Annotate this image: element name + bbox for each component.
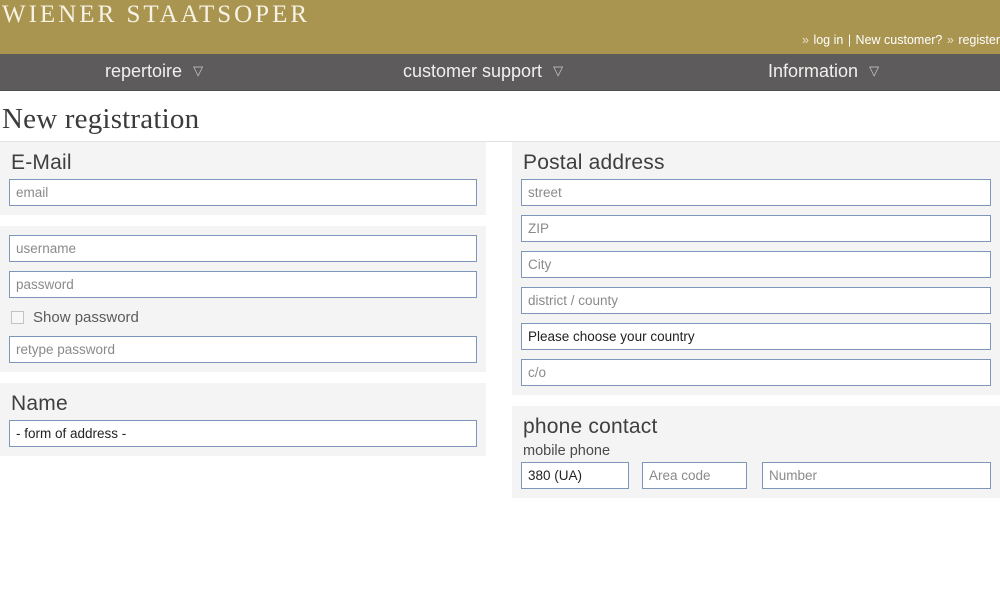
phone-number-input[interactable] [762, 462, 991, 489]
password-input[interactable] [9, 271, 477, 298]
name-section-heading: Name [11, 392, 68, 415]
nav-item-information[interactable]: Information ▽ [768, 61, 879, 82]
street-input[interactable] [521, 179, 991, 206]
retype-password-input[interactable] [9, 336, 477, 363]
link-separator: | [847, 33, 852, 47]
nav-item-customer-support[interactable]: customer support ▽ [403, 61, 563, 82]
site-header: WIENER STAATSOPER [0, 0, 1000, 36]
username-input[interactable] [9, 235, 477, 262]
chevron-down-icon: ▽ [193, 63, 204, 78]
site-logo[interactable]: WIENER STAATSOPER [2, 1, 310, 29]
phone-area-code-input[interactable] [642, 462, 747, 489]
email-input[interactable] [9, 179, 477, 206]
page-title: New registration [0, 91, 1000, 142]
new-customer-label: New customer? [855, 33, 943, 47]
chevron-down-icon: ▽ [553, 63, 564, 78]
header-utility-strip: » log in | New customer? » register [0, 33, 1000, 54]
nav-item-repertoire[interactable]: repertoire ▽ [105, 61, 203, 82]
phone-contact-section: phone contact mobile phone 380 (UA) [512, 406, 1000, 498]
form-right-column: Postal address Please choose your countr… [512, 142, 1000, 509]
credentials-section: Show password [0, 226, 486, 372]
city-input[interactable] [521, 251, 991, 278]
form-of-address-select[interactable]: - form of address - [9, 420, 477, 447]
form-left-column: E-Mail Show password Name - form of addr… [0, 142, 486, 467]
utility-links: » log in | New customer? » register [801, 33, 1000, 47]
show-password-checkbox[interactable] [11, 310, 24, 324]
phone-contact-heading: phone contact [523, 415, 658, 438]
main-navigation: repertoire ▽ customer support ▽ Informat… [0, 54, 1000, 91]
login-link[interactable]: log in [813, 33, 843, 47]
chevron-right-icon-2: » [946, 33, 954, 47]
name-section: Name - form of address - [0, 383, 486, 456]
registration-form: E-Mail Show password Name - form of addr… [0, 142, 1000, 593]
co-input[interactable] [521, 359, 991, 386]
email-section-heading: E-Mail [11, 151, 72, 174]
show-password-label: Show password [33, 308, 139, 326]
postal-address-heading: Postal address [523, 151, 665, 174]
chevron-down-icon: ▽ [869, 63, 880, 78]
country-select[interactable]: Please choose your country [521, 323, 991, 350]
phone-country-code-select[interactable]: 380 (UA) [521, 462, 629, 489]
zip-input[interactable] [521, 215, 991, 242]
nav-item-information-label: Information [768, 61, 859, 81]
show-password-row[interactable]: Show password [11, 307, 477, 327]
register-link[interactable]: register [958, 33, 1000, 47]
postal-address-section: Postal address Please choose your countr… [512, 142, 1000, 395]
nav-item-repertoire-label: repertoire [105, 61, 183, 81]
district-county-input[interactable] [521, 287, 991, 314]
email-section: E-Mail [0, 142, 486, 215]
mobile-phone-row: 380 (UA) [521, 462, 991, 489]
chevron-right-icon: » [802, 33, 809, 47]
nav-item-customer-support-label: customer support [403, 61, 543, 81]
mobile-phone-label: mobile phone [523, 443, 611, 459]
